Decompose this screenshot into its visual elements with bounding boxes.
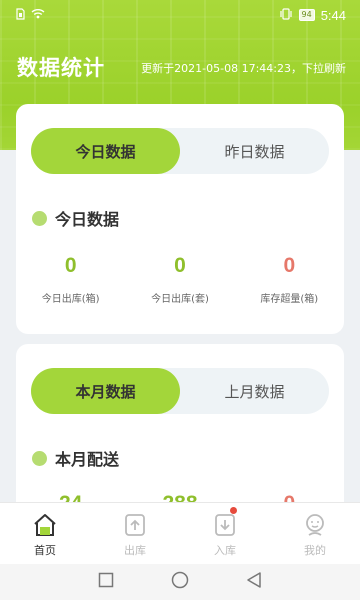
nav-label: 首页	[34, 544, 56, 557]
nav-item-outbound[interactable]: 出库	[90, 503, 180, 564]
stat-value: 0	[64, 254, 77, 277]
page-title: 数据统计	[17, 56, 105, 80]
day-tab-switch: 今日数据 昨日数据	[31, 128, 329, 174]
stat-label: 今日出库(箱)	[41, 294, 100, 305]
tab-yesterday[interactable]: 昨日数据	[180, 128, 329, 174]
inbound-icon	[214, 513, 236, 540]
stat-value: 0	[174, 254, 186, 277]
section-dot-icon	[32, 450, 47, 466]
tab-today[interactable]: 今日数据	[31, 128, 180, 174]
month-tab-switch: 本月数据 上月数据	[31, 368, 329, 414]
nav-item-home[interactable]: 首页	[0, 503, 90, 564]
sim-icon	[16, 7, 25, 23]
recent-apps-icon[interactable]	[98, 572, 114, 592]
home-icon	[32, 513, 58, 540]
stat-label: 今日出库(套)	[151, 294, 209, 305]
stat-item: 0 今日出库(箱)	[16, 254, 125, 305]
wifi-icon	[31, 8, 45, 22]
vibrate-icon	[279, 7, 293, 23]
stat-value: 0	[283, 254, 296, 277]
nav-label: 我的	[304, 544, 326, 557]
outbound-icon	[124, 513, 146, 540]
tab-this-month[interactable]: 本月数据	[31, 368, 180, 414]
tab-last-month[interactable]: 上月数据	[180, 368, 329, 414]
home-circle-icon[interactable]	[171, 571, 189, 593]
today-stats-card: 今日数据 昨日数据 今日数据 0 今日出库(箱) 0 今日出库(套) 0 库存超…	[16, 104, 344, 334]
section-title: 本月配送	[55, 450, 120, 469]
stat-item: 0 库存超量(箱)	[235, 254, 344, 305]
nav-label: 出库	[124, 544, 146, 557]
today-section-header: 今日数据	[32, 206, 119, 230]
section-title: 今日数据	[55, 210, 120, 229]
nav-item-inbound[interactable]: 入库	[180, 503, 270, 564]
notification-badge	[230, 507, 237, 514]
battery-indicator: 94	[298, 9, 315, 21]
profile-icon	[303, 513, 327, 540]
stat-label: 库存超量(箱)	[260, 294, 319, 305]
today-stats-row: 0 今日出库(箱) 0 今日出库(套) 0 库存超量(箱)	[16, 254, 344, 305]
bottom-nav: 首页 出库 入库 我的	[0, 502, 360, 564]
month-section-header: 本月配送	[32, 446, 119, 470]
stat-item: 0 今日出库(套)	[125, 254, 234, 305]
refresh-hint[interactable]: 更新于2021-05-08 17:44:23，下拉刷新	[141, 60, 346, 76]
clock: 5:44	[320, 7, 346, 23]
section-dot-icon	[32, 210, 47, 226]
nav-label: 入库	[214, 544, 236, 557]
status-bar: 94 5:44	[0, 0, 360, 30]
month-stats-card: 本月数据 上月数据 本月配送 24 288 0	[16, 344, 344, 515]
nav-item-profile[interactable]: 我的	[270, 503, 360, 564]
system-nav-bar	[0, 564, 360, 600]
back-triangle-icon[interactable]	[246, 571, 262, 593]
